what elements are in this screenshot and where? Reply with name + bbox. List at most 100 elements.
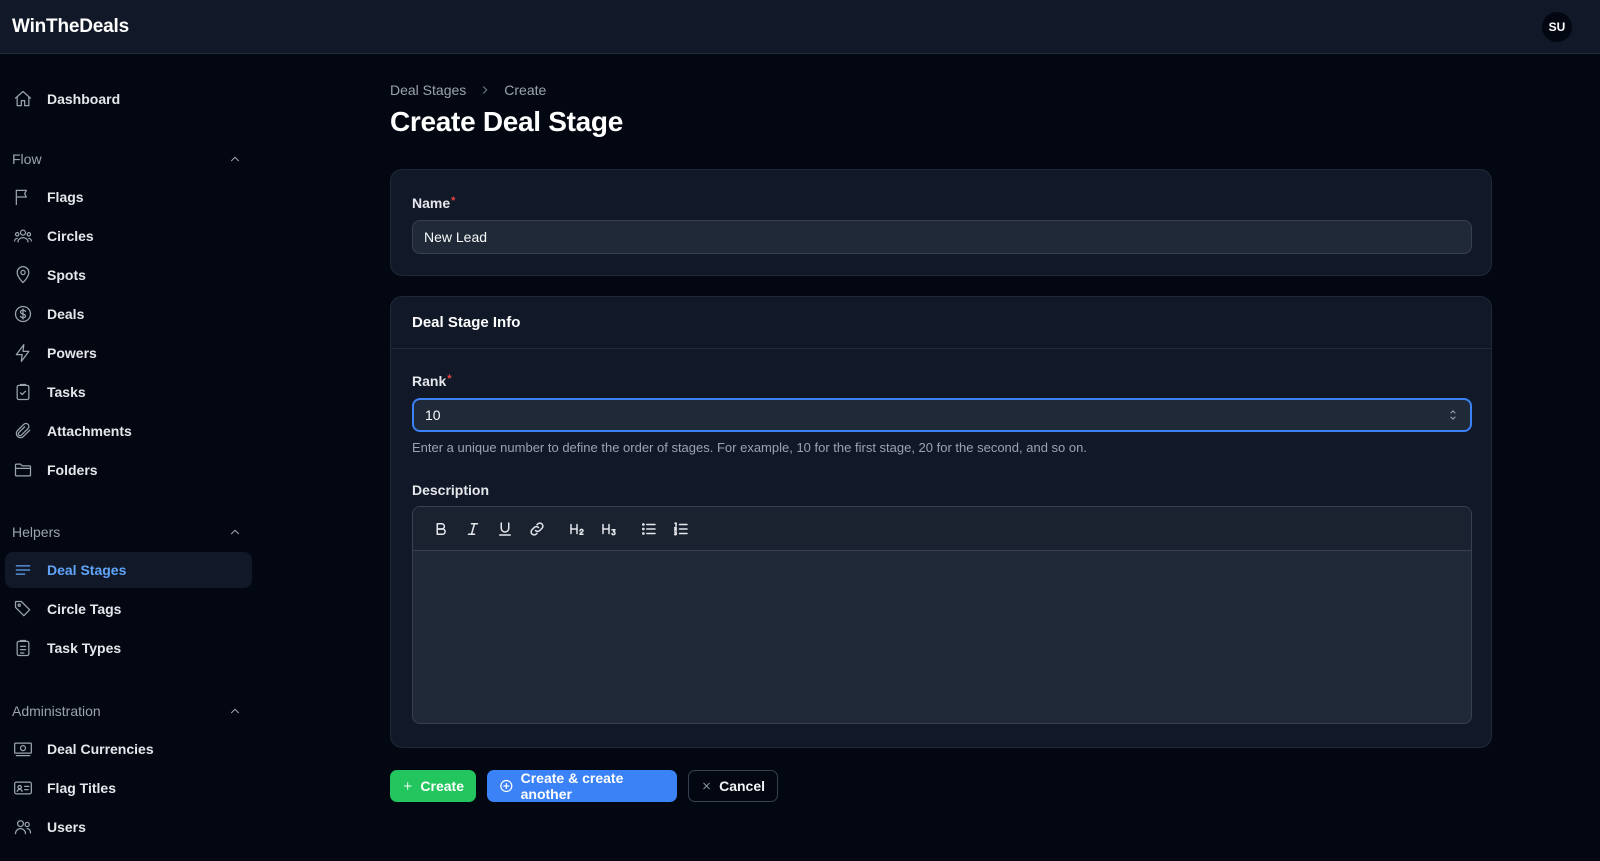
sidebar-item-task-types[interactable]: Task Types xyxy=(5,630,252,666)
sidebar-group-label: Helpers xyxy=(12,524,61,540)
chevron-up-icon xyxy=(230,708,240,714)
sidebar-item-label: Deal Stages xyxy=(47,562,127,578)
app-logo[interactable]: WinTheDeals xyxy=(12,16,129,38)
description-label: Description xyxy=(412,482,490,498)
sidebar-item-spots[interactable]: Spots xyxy=(5,257,252,293)
create-button-label: Create xyxy=(420,778,464,794)
user-group-icon xyxy=(14,229,32,243)
sidebar-item-label: Folders xyxy=(47,462,98,478)
breadcrumb-link[interactable]: Deal Stages xyxy=(390,82,466,98)
sidebar-item-flags[interactable]: Flags xyxy=(5,179,252,215)
top-bar: WinTheDeals SU xyxy=(0,0,1600,54)
number-stepper[interactable] xyxy=(1446,408,1460,422)
sidebar-item-folders[interactable]: Folders xyxy=(5,452,252,488)
bullet-list-icon xyxy=(642,522,656,535)
users-icon xyxy=(14,820,32,835)
link-icon xyxy=(530,521,544,536)
sidebar-item-label: Deals xyxy=(47,306,85,322)
sidebar-group-label: Administration xyxy=(12,703,101,719)
sidebar-item-label: Users xyxy=(47,819,86,835)
banknote-icon xyxy=(14,742,32,757)
sidebar-item-label: Spots xyxy=(47,267,86,283)
breadcrumb-current: Create xyxy=(504,82,547,98)
sidebar-group-label: Flow xyxy=(12,151,42,167)
name-input[interactable]: New Lead xyxy=(412,220,1472,254)
home-icon xyxy=(14,90,32,107)
plus-icon xyxy=(403,782,412,790)
description-editor xyxy=(412,506,1472,724)
italic-button[interactable] xyxy=(457,515,489,543)
chevron-up-icon xyxy=(230,529,240,535)
sidebar-item-label: Attachments xyxy=(47,423,132,439)
heading-2-button[interactable] xyxy=(561,515,593,543)
rank-helper-text: Enter a unique number to define the orde… xyxy=(412,440,1087,455)
plus-circle-icon xyxy=(500,779,513,793)
sidebar-item-powers[interactable]: Powers xyxy=(5,335,252,371)
create-another-button-label: Create & create another xyxy=(520,770,624,802)
create-another-button[interactable]: Create & create another xyxy=(487,770,677,802)
bullet-list-button[interactable] xyxy=(633,515,665,543)
paperclip-icon xyxy=(15,422,31,439)
create-button[interactable]: Create xyxy=(390,770,476,802)
ordered-list-button[interactable] xyxy=(665,515,697,543)
user-avatar[interactable]: SU xyxy=(1542,11,1572,42)
map-pin-icon xyxy=(16,266,30,284)
sidebar-item-flag-titles[interactable]: Flag Titles xyxy=(5,770,252,806)
sidebar-item-deal-stages[interactable]: Deal Stages xyxy=(5,552,252,588)
sidebar-item-label: Flags xyxy=(47,189,84,205)
sidebar-item-deals[interactable]: Deals xyxy=(5,296,252,332)
deal-stage-info-card: Deal Stage Info Rank* 10 Enter a unique … xyxy=(390,296,1492,748)
sidebar-item-circles[interactable]: Circles xyxy=(5,218,252,254)
sidebar-item-circle-tags[interactable]: Circle Tags xyxy=(5,591,252,627)
flag-icon xyxy=(15,189,27,206)
underline-button[interactable] xyxy=(489,515,521,543)
sidebar-item-label: Circle Tags xyxy=(47,601,122,617)
heading-3-button[interactable] xyxy=(593,515,625,543)
id-card-icon xyxy=(14,781,32,795)
sidebar-item-label: Dashboard xyxy=(47,91,121,107)
heading-2-icon xyxy=(570,523,584,535)
ordered-list-icon xyxy=(673,521,688,535)
tag-icon xyxy=(14,600,31,617)
name-label: Name* xyxy=(412,195,455,211)
page-title: Create Deal Stage xyxy=(390,106,624,137)
required-mark: * xyxy=(451,195,456,207)
chevron-up-down-icon xyxy=(1450,410,1456,420)
rank-label: Rank* xyxy=(412,373,452,389)
cancel-button[interactable]: Cancel xyxy=(688,770,778,802)
sidebar: Dashboard Flow Flags Circles Spots Deals… xyxy=(0,54,262,861)
rank-label-text: Rank xyxy=(412,373,447,389)
bars-icon xyxy=(15,565,31,575)
sidebar-group-flow[interactable]: Flow xyxy=(12,147,242,171)
sidebar-item-label: Powers xyxy=(47,345,97,361)
sidebar-group-administration[interactable]: Administration xyxy=(12,699,242,723)
bolt-icon xyxy=(15,344,30,362)
sidebar-item-dashboard[interactable]: Dashboard xyxy=(5,81,252,117)
sidebar-item-label: Flag Titles xyxy=(47,780,116,796)
link-button[interactable] xyxy=(521,515,553,543)
dollar-circle-icon xyxy=(14,305,32,323)
rank-value: 10 xyxy=(425,407,441,423)
chevron-up-icon xyxy=(230,156,240,162)
italic-icon xyxy=(467,522,479,535)
sidebar-item-label: Circles xyxy=(47,228,94,244)
sidebar-item-users[interactable]: Users xyxy=(5,809,252,845)
name-label-text: Name xyxy=(412,195,451,211)
chevron-right-icon xyxy=(483,86,488,94)
rank-input[interactable]: 10 xyxy=(412,398,1472,432)
close-icon xyxy=(703,782,710,790)
description-input[interactable] xyxy=(413,551,1471,723)
section-title: Deal Stage Info xyxy=(412,314,521,331)
sidebar-item-tasks[interactable]: Tasks xyxy=(5,374,252,410)
editor-toolbar xyxy=(413,507,1471,551)
clipboard-list-icon xyxy=(16,639,30,657)
bold-icon xyxy=(436,522,446,535)
sidebar-item-label: Task Types xyxy=(47,640,122,656)
folder-icon xyxy=(14,463,32,477)
sidebar-item-deal-currencies[interactable]: Deal Currencies xyxy=(5,731,252,767)
sidebar-item-attachments[interactable]: Attachments xyxy=(5,413,252,449)
underline-icon xyxy=(499,521,511,536)
bold-button[interactable] xyxy=(425,515,457,543)
clipboard-check-icon xyxy=(16,383,30,401)
sidebar-group-helpers[interactable]: Helpers xyxy=(12,520,242,544)
